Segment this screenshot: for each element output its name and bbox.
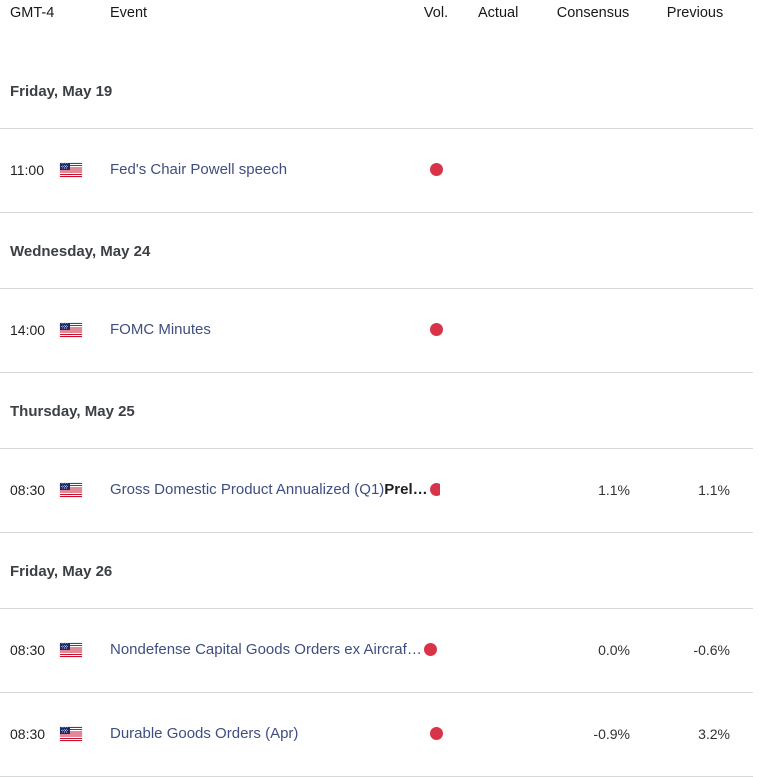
event-time: 08:30 (10, 642, 46, 658)
us-flag-icon (60, 482, 82, 497)
date-section-label: Friday, May 19 (10, 83, 113, 100)
date-section-header: Friday, May 26 (0, 532, 760, 608)
event-title-text: Fed's Chair Powell speech (110, 161, 288, 178)
event-title-text: Nondefense Capital Goods Orders ex Aircr… (110, 641, 422, 659)
date-section-header: Thursday, May 25 (0, 372, 760, 448)
us-flag-icon (60, 726, 82, 741)
event-volatility (414, 308, 458, 352)
column-header-event: Event (110, 5, 148, 21)
calendar-event-row[interactable]: 08:30 Nondefense Capital Goods Orders ex … (0, 628, 760, 672)
event-actual-value (462, 628, 540, 672)
us-flag-icon (60, 162, 82, 177)
date-section-header: Wednesday, May 24 (0, 212, 760, 288)
event-title-link[interactable]: FOMC Minutes (110, 308, 440, 352)
event-title-link[interactable]: Nondefense Capital Goods Orders ex Aircr… (110, 628, 440, 672)
row-divider (0, 608, 753, 609)
event-consensus-value: 1.1% (598, 482, 630, 498)
column-header-volatility: Vol. (423, 5, 449, 21)
us-flag-icon (60, 642, 82, 657)
row-divider (0, 692, 753, 693)
event-country-flag (60, 712, 84, 756)
event-title-link[interactable]: Durable Goods Orders (Apr) (110, 712, 440, 756)
row-divider (0, 448, 753, 449)
calendar-event-row[interactable]: 08:30 Gross Domestic Product Annualized (… (0, 468, 760, 512)
event-time: 08:30 (10, 726, 46, 742)
calendar-event-row[interactable]: 08:30 Durable Goods Orders (Apr) -0.9% 3.2% (0, 712, 760, 756)
volatility-indicator-dot (429, 163, 443, 177)
event-actual-value (462, 148, 540, 192)
event-actual-value (462, 308, 540, 352)
date-section-label: Wednesday, May 24 (10, 243, 151, 260)
row-divider (0, 128, 753, 129)
event-consensus-value (556, 308, 630, 352)
event-previous-value (660, 148, 730, 192)
economic-calendar: GMT-4 Event Vol. Actual Consensus Previo… (0, 0, 760, 777)
event-title-text: Durable Goods Orders (Apr) (110, 725, 299, 742)
event-time: 11:00 (10, 162, 44, 178)
column-header-consensus: Consensus (556, 5, 630, 21)
date-section-label: Thursday, May 25 (10, 403, 135, 420)
event-volatility (414, 712, 458, 756)
event-country-flag (60, 468, 84, 512)
event-title-link[interactable]: Gross Domestic Product Annualized (Q1)Pr… (110, 468, 440, 512)
event-title-text: Gross Domestic Product Annualized (Q1) (110, 481, 385, 498)
event-title-qualifier: Prel… (384, 481, 428, 498)
event-time: 14:00 (10, 322, 46, 338)
column-header-previous: Previous (666, 5, 724, 21)
volatility-indicator-dot (429, 483, 440, 497)
event-previous-value (660, 308, 730, 352)
calendar-event-row[interactable]: 14:00 FOMC Minutes (0, 308, 760, 352)
event-country-flag (60, 148, 84, 192)
volatility-indicator-dot (429, 727, 443, 741)
event-actual-value (462, 712, 540, 756)
us-flag-icon (60, 322, 82, 337)
column-header-actual: Actual (478, 5, 519, 21)
volatility-indicator-dot (423, 643, 437, 657)
event-country-flag (60, 308, 84, 352)
event-time: 08:30 (10, 482, 46, 498)
event-title-link[interactable]: Fed's Chair Powell speech (110, 148, 440, 192)
calendar-event-row[interactable]: 11:00 Fed's Chair Powell speech (0, 148, 760, 192)
event-previous-value: 1.1% (698, 482, 730, 498)
volatility-indicator-dot (429, 323, 443, 337)
event-consensus-value: -0.9% (593, 726, 630, 742)
calendar-column-header: GMT-4 Event Vol. Actual Consensus Previo… (0, 0, 760, 30)
event-volatility (414, 148, 458, 192)
event-title-text: FOMC Minutes (110, 321, 211, 338)
event-consensus-value (556, 148, 630, 192)
date-section-label: Friday, May 26 (10, 563, 113, 580)
event-previous-value: -0.6% (693, 642, 730, 658)
event-actual-value (462, 468, 540, 512)
row-divider (0, 288, 753, 289)
event-country-flag (60, 628, 84, 672)
date-section-header: Friday, May 19 (0, 52, 760, 128)
column-header-timezone: GMT-4 (10, 5, 55, 21)
event-previous-value: 3.2% (698, 726, 730, 742)
event-consensus-value: 0.0% (598, 642, 630, 658)
